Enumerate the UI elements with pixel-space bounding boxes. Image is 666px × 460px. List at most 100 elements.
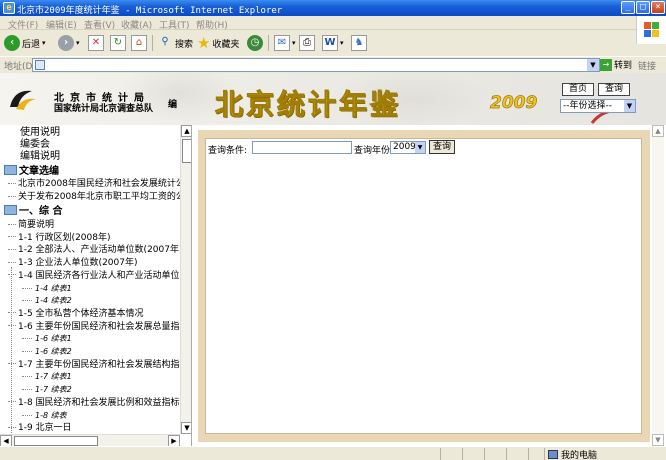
nav-subitem[interactable]: 1-6 续表1	[22, 333, 72, 345]
window-title: 北京市2009年度统计年鉴 - Microsoft Internet Explo…	[17, 6, 283, 16]
nav-item[interactable]: 1-7 主要年份国民经济和社会发展结构指标	[8, 359, 180, 371]
history-button[interactable]: ◷	[247, 33, 263, 53]
home-button[interactable]: ⌂	[131, 33, 147, 53]
nav-horizontal-scrollbar[interactable]: ◀ ▶	[0, 434, 180, 446]
nav-subitem[interactable]: 1-7 续表1	[22, 371, 72, 383]
nav-vertical-scrollbar[interactable]: ▲ ▼	[180, 125, 191, 434]
scroll-left-icon[interactable]: ◀	[0, 435, 12, 446]
search-label: 搜索	[175, 39, 194, 50]
search-button[interactable]: ⚲ 搜索	[157, 33, 193, 53]
back-button[interactable]: ‹ 后退 ▾	[4, 33, 46, 53]
dropdown-arrow-icon[interactable]: ▾	[42, 39, 46, 47]
nav-link-editorial[interactable]: 编辑说明	[20, 151, 60, 163]
mail-button[interactable]: ✉ ▾	[274, 33, 296, 53]
go-button[interactable]: → 转到	[600, 58, 632, 71]
query-panel: 查询条件: 查询年份 2009 ▼ 查询	[198, 130, 650, 442]
scroll-up-icon[interactable]: ▲	[181, 125, 191, 137]
scroll-thumb[interactable]	[182, 139, 191, 163]
nav-item[interactable]: 1-1 行政区划(2008年)	[8, 232, 111, 244]
scroll-down-icon[interactable]: ▼	[181, 422, 191, 434]
page-content: 北京市统计局 国家统计局北京调查总队 编 北京统计年鉴 2009 首页 查询 -…	[0, 73, 666, 446]
dropdown-arrow-icon[interactable]: ▾	[340, 39, 344, 47]
dropdown-arrow-icon[interactable]: ▾	[76, 39, 80, 47]
nav-item[interactable]: 1-3 企业法人单位数(2007年)	[8, 257, 138, 269]
scroll-right-icon[interactable]: ▶	[168, 435, 180, 446]
nav-category-articles[interactable]: 文章选编	[4, 165, 59, 177]
search-icon: ⚲	[161, 36, 169, 47]
scroll-up-icon[interactable]: ▲	[652, 125, 664, 137]
links-button[interactable]: 链接	[638, 59, 656, 72]
star-icon: ★	[197, 34, 211, 52]
year-select[interactable]: --年份选择-- ▼	[560, 99, 636, 113]
org-suffix: 编	[168, 100, 178, 110]
nav-item[interactable]: 1-2 全部法人、产业活动单位数(2007年)	[8, 244, 180, 256]
go-label: 转到	[614, 61, 633, 71]
address-input[interactable]: ▼	[32, 58, 600, 72]
zone-label: 我的电脑	[561, 451, 598, 460]
nav-link-committee[interactable]: 编委会	[20, 139, 50, 151]
folder-icon	[4, 165, 17, 175]
org-name-survey-team: 国家统计局北京调查总队	[54, 104, 154, 114]
nav-item[interactable]: 1-8 国民经济和社会发展比例和效益指标	[8, 397, 180, 409]
stop-button[interactable]: ✕	[88, 33, 104, 53]
query-year-select[interactable]: 2009 ▼	[390, 141, 426, 154]
nav-subitem[interactable]: 1-7 续表2	[22, 384, 72, 396]
edit-button[interactable]: W ▾	[322, 33, 344, 53]
close-icon[interactable]: ×	[651, 1, 665, 14]
history-icon: ◷	[247, 35, 263, 51]
favorites-button[interactable]: ★ 收藏夹	[197, 33, 239, 53]
stop-icon: ✕	[88, 35, 104, 51]
yearbook-title: 北京统计年鉴	[214, 88, 402, 122]
folder-icon	[4, 205, 17, 215]
nav-item[interactable]: 1-4 国民经济各行业法人和产业活动单位数	[8, 270, 180, 282]
dropdown-arrow-icon[interactable]: ▾	[292, 39, 296, 47]
messenger-button[interactable]: ♞	[351, 33, 367, 53]
nav-subitem[interactable]: 1-8 续表	[22, 410, 67, 422]
nav-item[interactable]: 1-5 全市私营个体经济基本情况	[8, 308, 144, 320]
printer-icon: ⎙	[299, 35, 315, 51]
query-link-button[interactable]: 查询	[598, 83, 631, 96]
back-arrow-icon: ‹	[4, 35, 20, 51]
query-condition-label: 查询条件:	[208, 146, 248, 156]
go-arrow-icon: →	[600, 58, 612, 71]
refresh-button[interactable]: ↻	[110, 33, 126, 53]
query-submit-button[interactable]: 查询	[429, 140, 456, 154]
home-link-button[interactable]: 首页	[562, 83, 595, 96]
dropdown-arrow-icon[interactable]: ▼	[624, 100, 635, 112]
query-year-label: 查询年份	[354, 146, 391, 156]
menu-bar: 文件(F) 编辑(E) 查看(V) 收藏(A) 工具(T) 帮助(H)	[0, 16, 666, 31]
back-label: 后退	[22, 39, 41, 50]
computer-icon	[548, 450, 558, 459]
forward-button[interactable]: › ▾	[58, 33, 80, 53]
address-bar: 地址(D) ▼ → 转到 链接	[0, 56, 666, 72]
security-zone: 我的电脑	[548, 448, 597, 460]
windows-logo-icon	[636, 16, 666, 44]
refresh-icon: ↻	[110, 35, 126, 51]
nav-item[interactable]: 1-6 主要年份国民经济和社会发展总量指标	[8, 321, 180, 333]
year-select-value: --年份选择--	[563, 101, 612, 111]
nav-subitem[interactable]: 1-4 续表1	[22, 283, 72, 295]
maximize-icon[interactable]: □	[636, 1, 650, 14]
word-icon: W	[322, 35, 338, 51]
scroll-down-icon[interactable]: ▼	[652, 434, 664, 446]
category-label: 一、综 合	[19, 206, 63, 217]
nav-link-usage[interactable]: 使用说明	[20, 127, 60, 139]
ie-icon: e	[3, 2, 15, 14]
nav-item[interactable]: 1-9 北京一日	[8, 422, 72, 434]
print-button[interactable]: ⎙	[299, 33, 315, 53]
nav-subitem[interactable]: 1-6 续表2	[22, 346, 72, 358]
minimize-icon[interactable]: _	[621, 1, 635, 14]
favorites-label: 收藏夹	[212, 39, 240, 50]
nav-category-general[interactable]: 一、综 合	[4, 205, 62, 217]
main-vertical-scrollbar[interactable]: ▲ ▼	[652, 125, 664, 446]
dropdown-arrow-icon[interactable]: ▼	[587, 59, 599, 71]
nav-subitem[interactable]: 1-4 续表2	[22, 295, 72, 307]
nav-item[interactable]: 简要说明	[8, 219, 54, 231]
dropdown-arrow-icon[interactable]: ▼	[415, 142, 425, 153]
nav-item[interactable]: 关于发布2008年北京市职工平均工资的公告	[8, 191, 180, 203]
scroll-thumb[interactable]	[14, 436, 98, 446]
nav-item[interactable]: 北京市2008年国民经济和社会发展统计公报	[8, 178, 180, 190]
forward-arrow-icon: ›	[58, 35, 74, 51]
home-icon: ⌂	[131, 35, 147, 51]
query-condition-input[interactable]	[252, 141, 352, 154]
